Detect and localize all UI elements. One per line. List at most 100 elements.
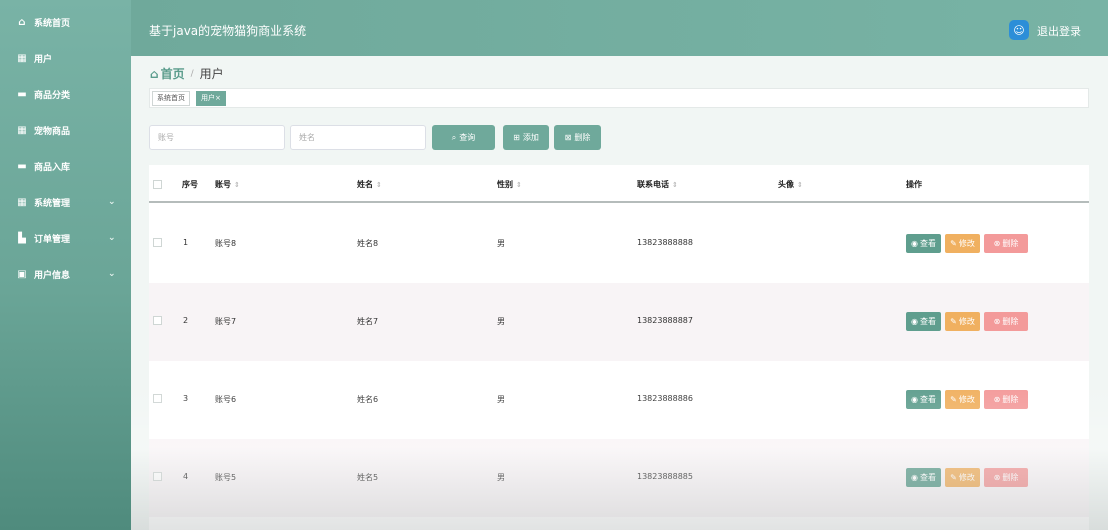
- sidebar-item-label: 系统管理: [34, 198, 71, 209]
- delete-circle-icon: ⊗: [993, 473, 1001, 482]
- delete-circle-icon: ⊗: [993, 317, 1001, 326]
- sidebar-item-label: 宠物商品: [34, 126, 71, 137]
- cell-gender: 男: [497, 317, 505, 326]
- select-all-checkbox[interactable]: [153, 180, 162, 189]
- row-checkbox[interactable]: [153, 316, 162, 325]
- view-button[interactable]: ◉ 查看: [906, 312, 941, 331]
- tag-users[interactable]: 用户×: [196, 91, 226, 106]
- query-button[interactable]: ⌕ 查询: [432, 125, 495, 150]
- cell-name: 姓名8: [357, 239, 379, 248]
- cell-name: 姓名6: [357, 395, 379, 404]
- edit-button[interactable]: ✎ 修改: [945, 468, 980, 487]
- plus-square-icon: ⊞: [513, 133, 520, 142]
- column-header-account[interactable]: 账号 ⇕: [215, 179, 240, 190]
- column-label: 头像: [778, 180, 794, 189]
- box-icon: ▬: [17, 160, 27, 172]
- tags-bar: 系统首页 用户×: [149, 88, 1089, 108]
- delete-circle-icon: ⊗: [993, 239, 1001, 248]
- sidebar-item-label: 用户: [34, 54, 53, 65]
- sidebar-item-label: 系统首页: [34, 18, 71, 29]
- users-table: 序号 账号 ⇕ 姓名 ⇕ 性别 ⇕ 联系电话 ⇕ 头像 ⇕ 操作 1 账号8 姓名8 男 …: [149, 165, 1089, 530]
- sort-icon[interactable]: ⇕: [516, 181, 522, 189]
- sidebar-item-product-category[interactable]: ▬ 商品分类: [0, 76, 131, 112]
- sort-icon[interactable]: ⇕: [797, 181, 803, 189]
- cell-account: 账号7: [215, 317, 237, 326]
- row-delete-button[interactable]: ⊗ 删除: [984, 390, 1028, 409]
- sidebar-item-order-management[interactable]: ▙ 订单管理 ⌄: [0, 220, 131, 256]
- sidebar-item-pet-products[interactable]: ▦ 宠物商品: [0, 112, 131, 148]
- cell-index: 1: [183, 238, 189, 247]
- row-checkbox[interactable]: [153, 238, 162, 247]
- sidebar-item-label: 商品入库: [34, 162, 71, 173]
- sort-icon[interactable]: ⇕: [234, 181, 240, 189]
- column-header-avatar[interactable]: 头像 ⇕: [778, 179, 803, 190]
- edit-button[interactable]: ✎ 修改: [945, 390, 980, 409]
- row-delete-button[interactable]: ⊗ 删除: [984, 234, 1028, 253]
- sidebar-item-label: 商品分类: [34, 90, 71, 101]
- tag-system-home[interactable]: 系统首页: [152, 91, 190, 106]
- delete-button[interactable]: ⊠ 删除: [554, 125, 601, 150]
- edit-button-label: 修改: [958, 395, 975, 404]
- window-icon: ▣: [17, 268, 27, 280]
- column-label: 账号: [215, 180, 231, 189]
- delete-button-label: 删除: [574, 133, 591, 142]
- column-header-name[interactable]: 姓名 ⇕: [357, 179, 382, 190]
- grid-icon: ▦: [17, 124, 27, 136]
- avatar[interactable]: ☺: [1009, 20, 1029, 40]
- column-header-index: 序号: [182, 180, 198, 189]
- delete-button-label: 删除: [1002, 239, 1019, 248]
- top-header: 基于java的宠物猫狗商业系统 ☺ 退出登录: [131, 0, 1108, 56]
- row-delete-button[interactable]: ⊗ 删除: [984, 312, 1028, 331]
- row-delete-button[interactable]: ⊗ 删除: [984, 468, 1028, 487]
- edit-button[interactable]: ✎ 修改: [945, 234, 980, 253]
- breadcrumb-home[interactable]: ⌂ 首页: [150, 65, 185, 82]
- user-avatar-icon: ☺: [1013, 23, 1025, 37]
- row-checkbox[interactable]: [153, 394, 162, 403]
- logout-button[interactable]: 退出登录: [1037, 23, 1081, 39]
- cell-account: 账号8: [215, 239, 237, 248]
- cell-name: 姓名5: [357, 473, 379, 482]
- table-row: 1 账号8 姓名8 男 13823888888 ◉ 查看 ✎ 修改 ⊗ 删除: [149, 205, 1089, 283]
- breadcrumb-home-label: 首页: [160, 67, 185, 81]
- sidebar-item-system-management[interactable]: ▦ 系统管理 ⌄: [0, 184, 131, 220]
- sort-icon[interactable]: ⇕: [672, 181, 678, 189]
- view-button[interactable]: ◉ 查看: [906, 234, 941, 253]
- cell-gender: 男: [497, 239, 505, 248]
- eye-icon: ◉: [911, 473, 918, 482]
- column-header-actions: 操作: [906, 180, 922, 189]
- eye-icon: ◉: [911, 239, 918, 248]
- cell-index: 2: [183, 316, 189, 325]
- view-button[interactable]: ◉ 查看: [906, 468, 941, 487]
- close-icon[interactable]: ×: [215, 94, 221, 102]
- edit-icon: ✎: [950, 239, 957, 248]
- delete-button-label: 删除: [1002, 473, 1019, 482]
- sidebar-item-system-home[interactable]: ⌂ 系统首页: [0, 4, 131, 40]
- column-label: 性别: [497, 180, 513, 189]
- chevron-down-icon: ⌄: [108, 233, 116, 243]
- sidebar-item-user-info[interactable]: ▣ 用户信息 ⌄: [0, 256, 131, 292]
- search-icon: ⌕: [451, 132, 457, 142]
- row-checkbox[interactable]: [153, 472, 162, 481]
- name-search-input[interactable]: 姓名: [290, 125, 426, 150]
- edit-button[interactable]: ✎ 修改: [945, 312, 980, 331]
- delete-circle-icon: ⊗: [993, 395, 1001, 404]
- edit-icon: ✎: [950, 317, 957, 326]
- view-button-label: 查看: [919, 473, 936, 482]
- account-search-input[interactable]: 账号: [149, 125, 285, 150]
- grid-icon: ▦: [17, 52, 27, 64]
- sidebar-item-stock-in[interactable]: ▬ 商品入库: [0, 148, 131, 184]
- cell-phone: 13823888885: [637, 472, 693, 481]
- sort-icon[interactable]: ⇕: [376, 181, 382, 189]
- add-button[interactable]: ⊞ 添加: [503, 125, 549, 150]
- sidebar-item-label: 订单管理: [34, 234, 71, 245]
- edit-icon: ✎: [950, 395, 957, 404]
- column-header-gender[interactable]: 性别 ⇕: [497, 179, 522, 190]
- column-header-phone[interactable]: 联系电话 ⇕: [637, 179, 678, 190]
- home-icon: ⌂: [150, 66, 159, 81]
- breadcrumb: ⌂ 首页 / 用户: [150, 65, 224, 82]
- sidebar-item-users[interactable]: ▦ 用户: [0, 40, 131, 76]
- delete-button-label: 删除: [1002, 317, 1019, 326]
- delete-square-icon: ⊠: [564, 133, 572, 142]
- sidebar-item-label: 用户信息: [34, 270, 71, 281]
- view-button[interactable]: ◉ 查看: [906, 390, 941, 409]
